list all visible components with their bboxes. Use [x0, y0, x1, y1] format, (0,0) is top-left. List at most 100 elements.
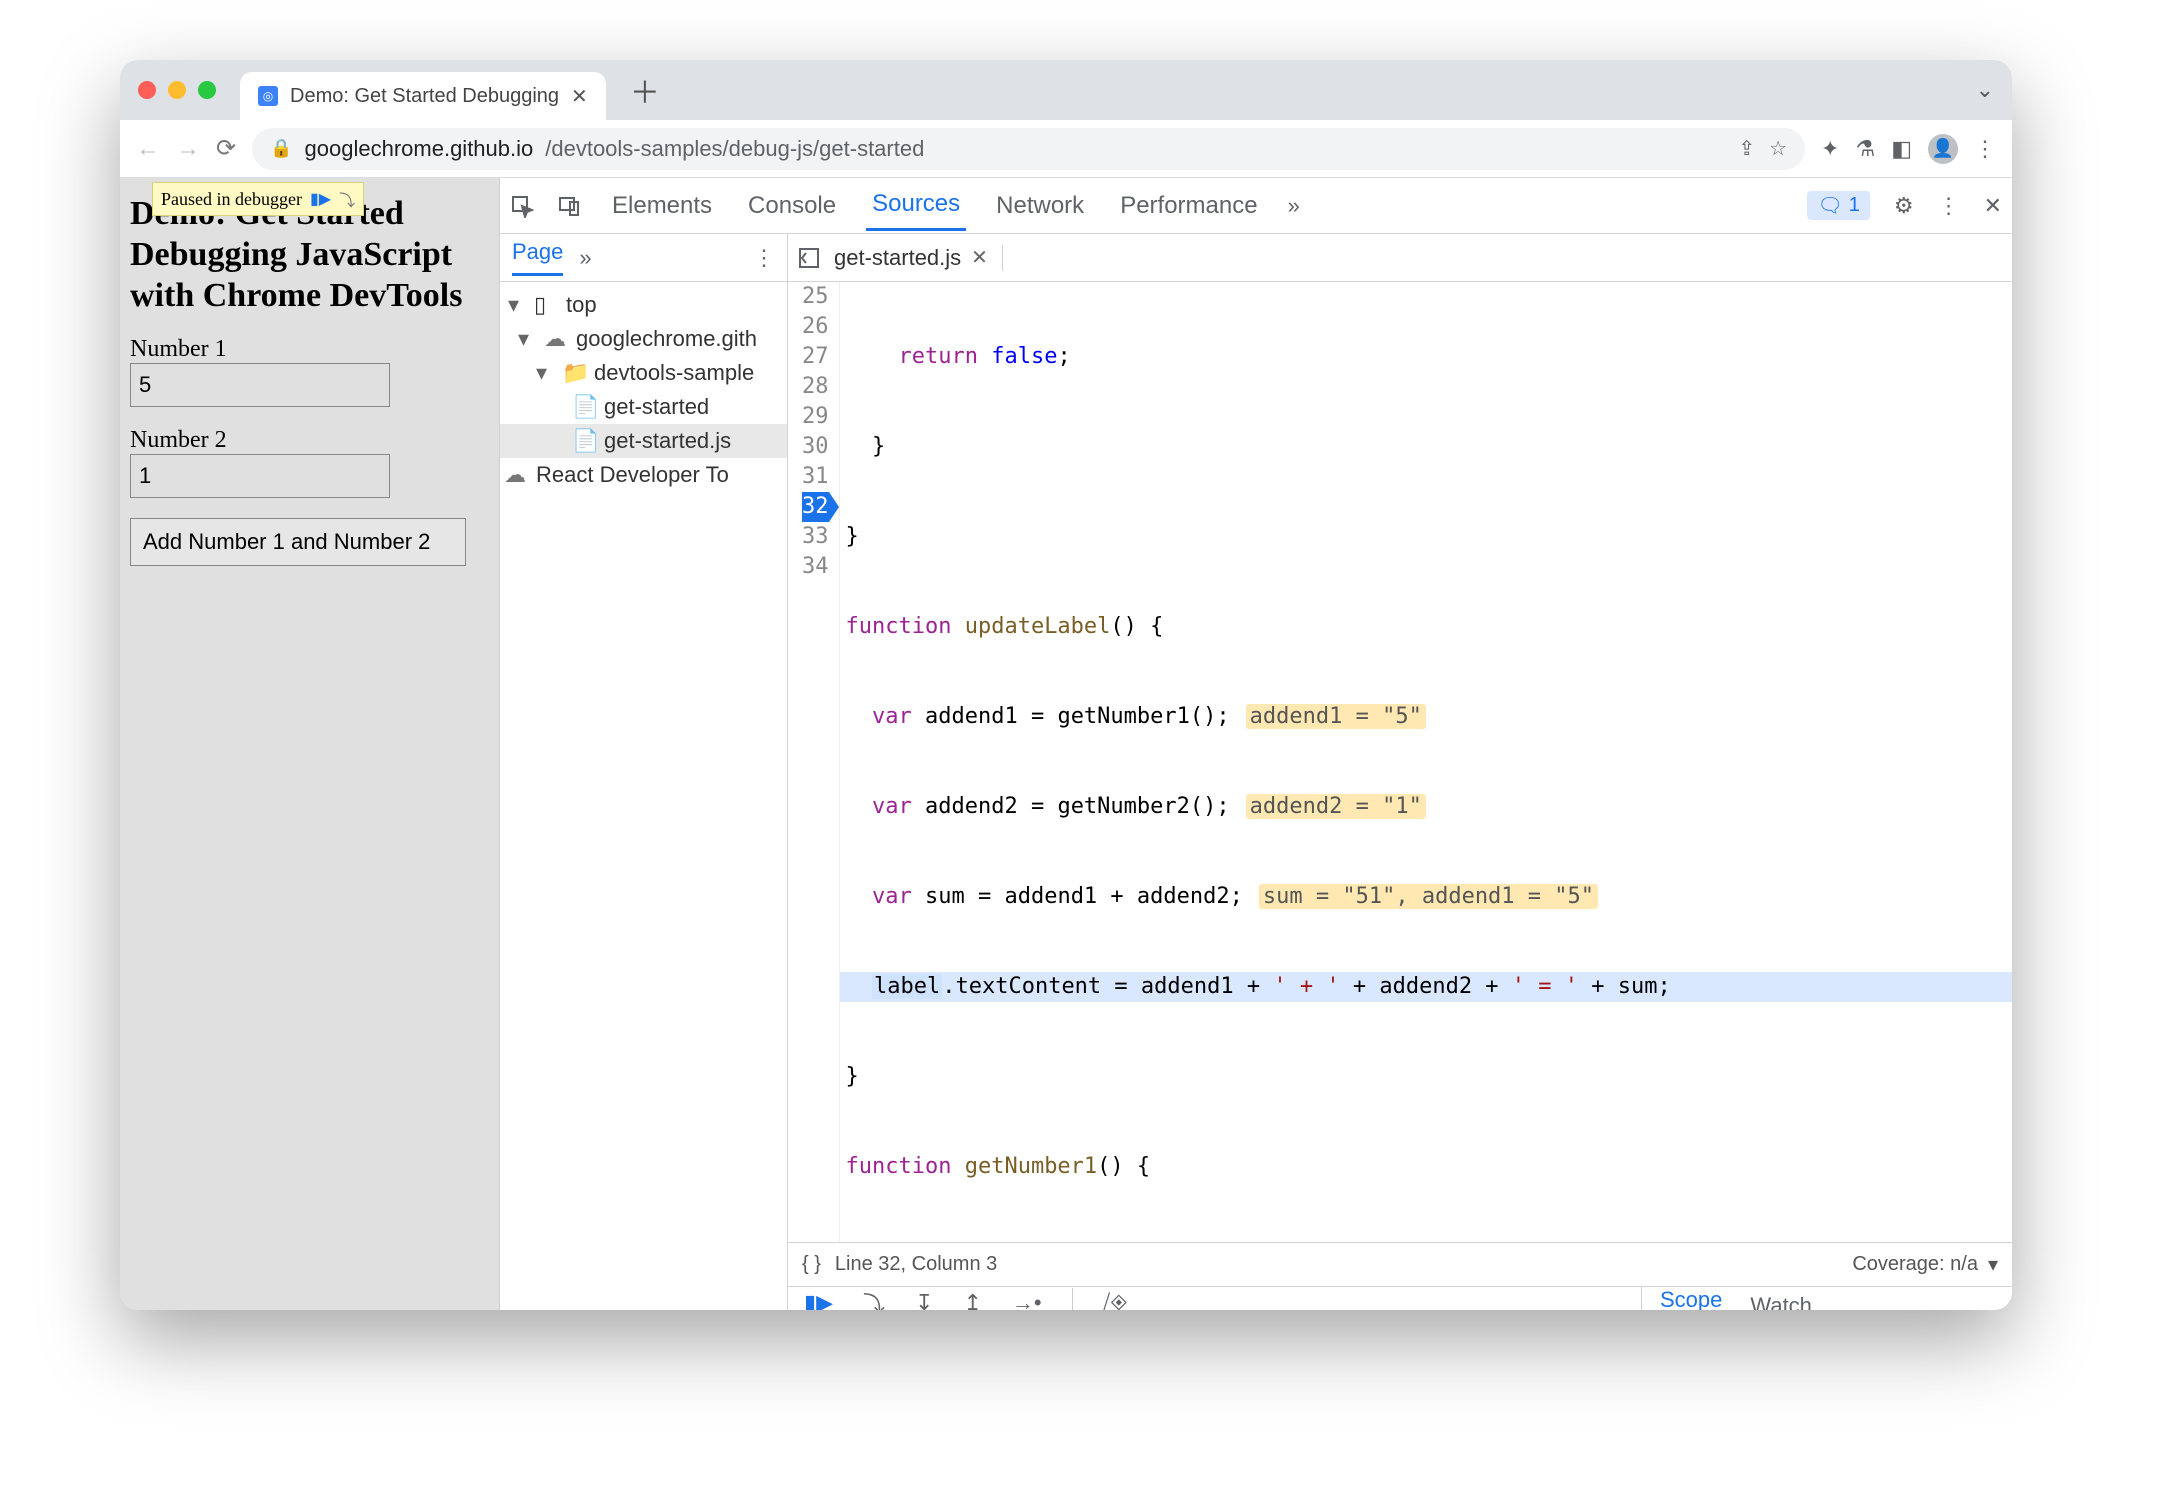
url-bar[interactable]: 🔒 googlechrome.github.io/devtools-sample…	[252, 128, 1805, 170]
tabs-dropdown-icon[interactable]: ⌄	[1976, 77, 1994, 103]
tab-network[interactable]: Network	[990, 182, 1090, 230]
tab-elements[interactable]: Elements	[606, 182, 718, 230]
coverage-label: Coverage: n/a	[1852, 1253, 1978, 1276]
content-row: Paused in debugger ▮▶ ⤵ Demo: Get Starte…	[120, 178, 2012, 1310]
line-gutter[interactable]: 25 26 27 28 29 30 31 32 33 34	[788, 282, 840, 1242]
code-viewer[interactable]: 25 26 27 28 29 30 31 32 33 34	[788, 282, 2012, 1242]
code-line: }	[840, 1062, 2013, 1092]
pretty-print-icon[interactable]: { }	[802, 1253, 821, 1276]
code-line: var addend2 = getNumber2();addend2 = "1"	[840, 792, 2013, 822]
tab-title: Demo: Get Started Debugging	[290, 85, 559, 108]
label-number1: Number 1	[130, 336, 489, 363]
close-tab-icon[interactable]: ✕	[571, 84, 588, 109]
sidepanel-icon[interactable]: ◧	[1891, 136, 1912, 162]
tab-scope[interactable]: Scope	[1660, 1287, 1722, 1310]
input-number1[interactable]	[130, 363, 390, 407]
navigator-more-icon[interactable]: »	[579, 245, 591, 271]
label-number2: Number 2	[130, 427, 489, 454]
devtools-panel: Elements Console Sources Network Perform…	[500, 178, 2012, 1310]
bookmark-icon[interactable]: ☆	[1769, 136, 1787, 161]
navigator-tabs: Page » ⋮	[500, 234, 787, 282]
devtools-header: Elements Console Sources Network Perform…	[500, 178, 2012, 234]
deactivate-breakpoints-icon[interactable]: ⧸◈	[1103, 1290, 1128, 1310]
toggle-navigator-icon[interactable]	[798, 247, 820, 269]
minimize-window-button[interactable]	[168, 81, 186, 99]
back-button[interactable]: ←	[136, 135, 160, 163]
reload-button[interactable]: ⟳	[216, 134, 236, 163]
paused-overlay-label: Paused in debugger	[161, 189, 302, 210]
browser-window: ◎ Demo: Get Started Debugging ✕ ＋ ⌄ ← → …	[120, 60, 2012, 1310]
share-icon[interactable]: ⇪	[1738, 136, 1755, 161]
devtools-menu-icon[interactable]: ⋮	[1938, 193, 1960, 219]
code-line: function updateLabel() {	[840, 612, 2013, 642]
paused-overlay: Paused in debugger ▮▶ ⤵	[152, 182, 364, 216]
traffic-lights	[138, 81, 216, 99]
tree-file-js[interactable]: 📄get-started.js	[500, 424, 787, 458]
issues-badge[interactable]: 🗨1	[1807, 191, 1870, 220]
breakpoint-marker[interactable]: 32	[802, 492, 829, 522]
step-out-icon[interactable]: ↥	[963, 1290, 981, 1310]
navigator-menu-icon[interactable]: ⋮	[753, 245, 775, 271]
step-icon[interactable]: →•	[1012, 1290, 1042, 1310]
code-line: function getNumber1() {	[840, 1152, 2013, 1182]
web-page: Paused in debugger ▮▶ ⤵ Demo: Get Starte…	[120, 178, 500, 1310]
more-tabs-icon[interactable]: »	[1288, 193, 1300, 219]
navigator-column: Page » ⋮ ▾▯top ▾☁googlechrome.gith ▾📁dev…	[500, 234, 788, 1310]
status-line-col: Line 32, Column 3	[835, 1253, 997, 1276]
forward-button[interactable]: →	[176, 135, 200, 163]
tree-extension[interactable]: ☁React Developer To	[500, 458, 787, 492]
step-over-button-icon[interactable]: ⤵	[863, 1287, 885, 1310]
debug-pane: ▮▶ ⤵ ↧ ↥ →• ⧸◈ i Paused on breakpoint	[788, 1286, 2012, 1310]
resume-script-icon[interactable]: ▮▶	[804, 1290, 833, 1310]
scope-tabs: Scope Watch	[1642, 1287, 2012, 1310]
tab-performance[interactable]: Performance	[1114, 182, 1263, 230]
navigator-tab-page[interactable]: Page	[512, 239, 563, 276]
inspect-element-icon[interactable]	[510, 194, 534, 218]
url-path: /devtools-samples/debug-js/get-started	[545, 136, 924, 162]
url-host: googlechrome.github.io	[305, 136, 534, 162]
editor-tab-label: get-started.js	[834, 245, 961, 271]
code-line: var sum = addend1 + addend2;sum = "51", …	[840, 882, 2013, 912]
settings-icon[interactable]: ⚙	[1894, 193, 1914, 219]
debug-left: ▮▶ ⤵ ↧ ↥ →• ⧸◈ i Paused on breakpoint	[788, 1287, 1642, 1310]
step-over-icon[interactable]: ⤵	[339, 187, 355, 211]
titlebar: ◎ Demo: Get Started Debugging ✕ ＋ ⌄	[120, 60, 2012, 120]
code-column: get-started.js ✕ 25 26 27 28 29 30 31	[788, 234, 2012, 1310]
add-button[interactable]: Add Number 1 and Number 2	[130, 518, 466, 566]
resume-icon[interactable]: ▮▶	[310, 189, 331, 209]
code-line: return false;	[840, 342, 2013, 372]
new-tab-button[interactable]: ＋	[630, 68, 660, 112]
step-into-icon[interactable]: ↧	[915, 1290, 933, 1310]
extensions-icon[interactable]: ✦	[1821, 136, 1839, 162]
editor-close-icon[interactable]: ✕	[971, 245, 988, 270]
tree-file-html[interactable]: 📄get-started	[500, 390, 787, 424]
browser-tab[interactable]: ◎ Demo: Get Started Debugging ✕	[240, 72, 606, 120]
close-devtools-icon[interactable]: ✕	[1984, 193, 2002, 219]
divider	[1072, 1288, 1073, 1310]
code-line: var addend1 = getNumber1();addend1 = "5"	[840, 702, 2013, 732]
chrome-menu-icon[interactable]: ⋮	[1974, 136, 1996, 162]
tab-watch[interactable]: Watch	[1750, 1293, 1812, 1311]
device-toolbar-icon[interactable]	[558, 194, 582, 218]
editor-tabs: get-started.js ✕	[788, 234, 2012, 282]
sources-body: Page » ⋮ ▾▯top ▾☁googlechrome.gith ▾📁dev…	[500, 234, 2012, 1310]
tree-folder[interactable]: ▾📁devtools-sample	[500, 356, 787, 390]
editor-tab-file[interactable]: get-started.js ✕	[834, 245, 1003, 271]
file-tree: ▾▯top ▾☁googlechrome.gith ▾📁devtools-sam…	[500, 282, 787, 498]
code-lines: return false; } } function updateLabel()…	[840, 282, 2013, 1242]
input-number2[interactable]	[130, 454, 390, 498]
scope-watch-column: Scope Watch ▼Local ▶this: Window addend1…	[1642, 1287, 2012, 1310]
profile-avatar[interactable]: 👤	[1928, 134, 1958, 164]
tab-console[interactable]: Console	[742, 182, 842, 230]
browser-toolbar: ← → ⟳ 🔒 googlechrome.github.io/devtools-…	[120, 120, 2012, 178]
maximize-window-button[interactable]	[198, 81, 216, 99]
close-window-button[interactable]	[138, 81, 156, 99]
code-line: }	[840, 522, 2013, 552]
editor-statusbar: { } Line 32, Column 3 Coverage: n/a ▾	[788, 1242, 2012, 1286]
labs-icon[interactable]: ⚗	[1855, 136, 1875, 162]
coverage-dropdown-icon[interactable]: ▾	[1988, 1252, 1998, 1277]
tab-sources[interactable]: Sources	[866, 180, 966, 231]
tree-top[interactable]: ▾▯top	[500, 288, 787, 322]
lock-icon[interactable]: 🔒	[270, 138, 292, 159]
tree-domain[interactable]: ▾☁googlechrome.gith	[500, 322, 787, 356]
